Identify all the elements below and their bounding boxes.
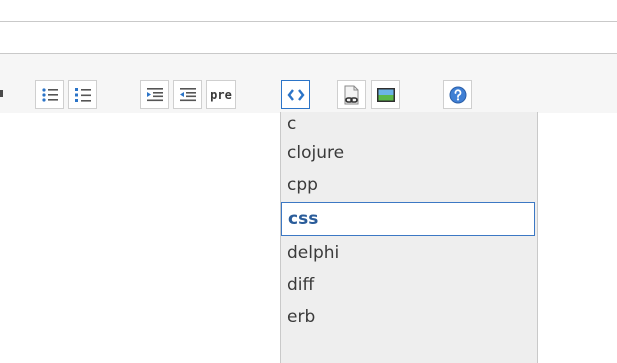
editor-page: pre c clojure cpp css delphi diff erb (0, 0, 617, 363)
indent-icon (146, 87, 163, 101)
image-icon (376, 87, 395, 102)
language-option-selected[interactable]: css (281, 202, 535, 236)
language-list: c clojure cpp css delphi diff erb (281, 112, 537, 333)
image-button[interactable] (371, 80, 400, 109)
numbered-list-button[interactable] (68, 80, 97, 109)
editor-toolbar: pre (0, 53, 617, 113)
language-option[interactable]: clojure (281, 137, 537, 169)
language-option[interactable]: delphi (281, 237, 537, 269)
outdent-icon (179, 87, 196, 101)
pre-button[interactable]: pre (206, 80, 236, 109)
help-button[interactable] (443, 80, 472, 109)
language-option[interactable]: erb (281, 301, 537, 333)
outdent-button[interactable] (173, 80, 202, 109)
indent-button[interactable] (140, 80, 169, 109)
bullet-list-button[interactable] (35, 80, 64, 109)
file-link-icon (344, 85, 358, 104)
truncated-icon (0, 90, 3, 97)
help-icon (449, 86, 466, 103)
title-input[interactable] (0, 0, 617, 22)
language-option[interactable]: c (281, 112, 537, 137)
language-dropdown: c clojure cpp css delphi diff erb (280, 112, 538, 363)
language-option[interactable]: diff (281, 269, 537, 301)
attachment-button[interactable] (337, 80, 366, 109)
code-button[interactable] (281, 80, 310, 109)
language-option[interactable]: cpp (281, 169, 537, 201)
numbered-list-icon (74, 87, 91, 102)
bullet-list-icon (41, 87, 58, 102)
code-icon (286, 88, 305, 101)
